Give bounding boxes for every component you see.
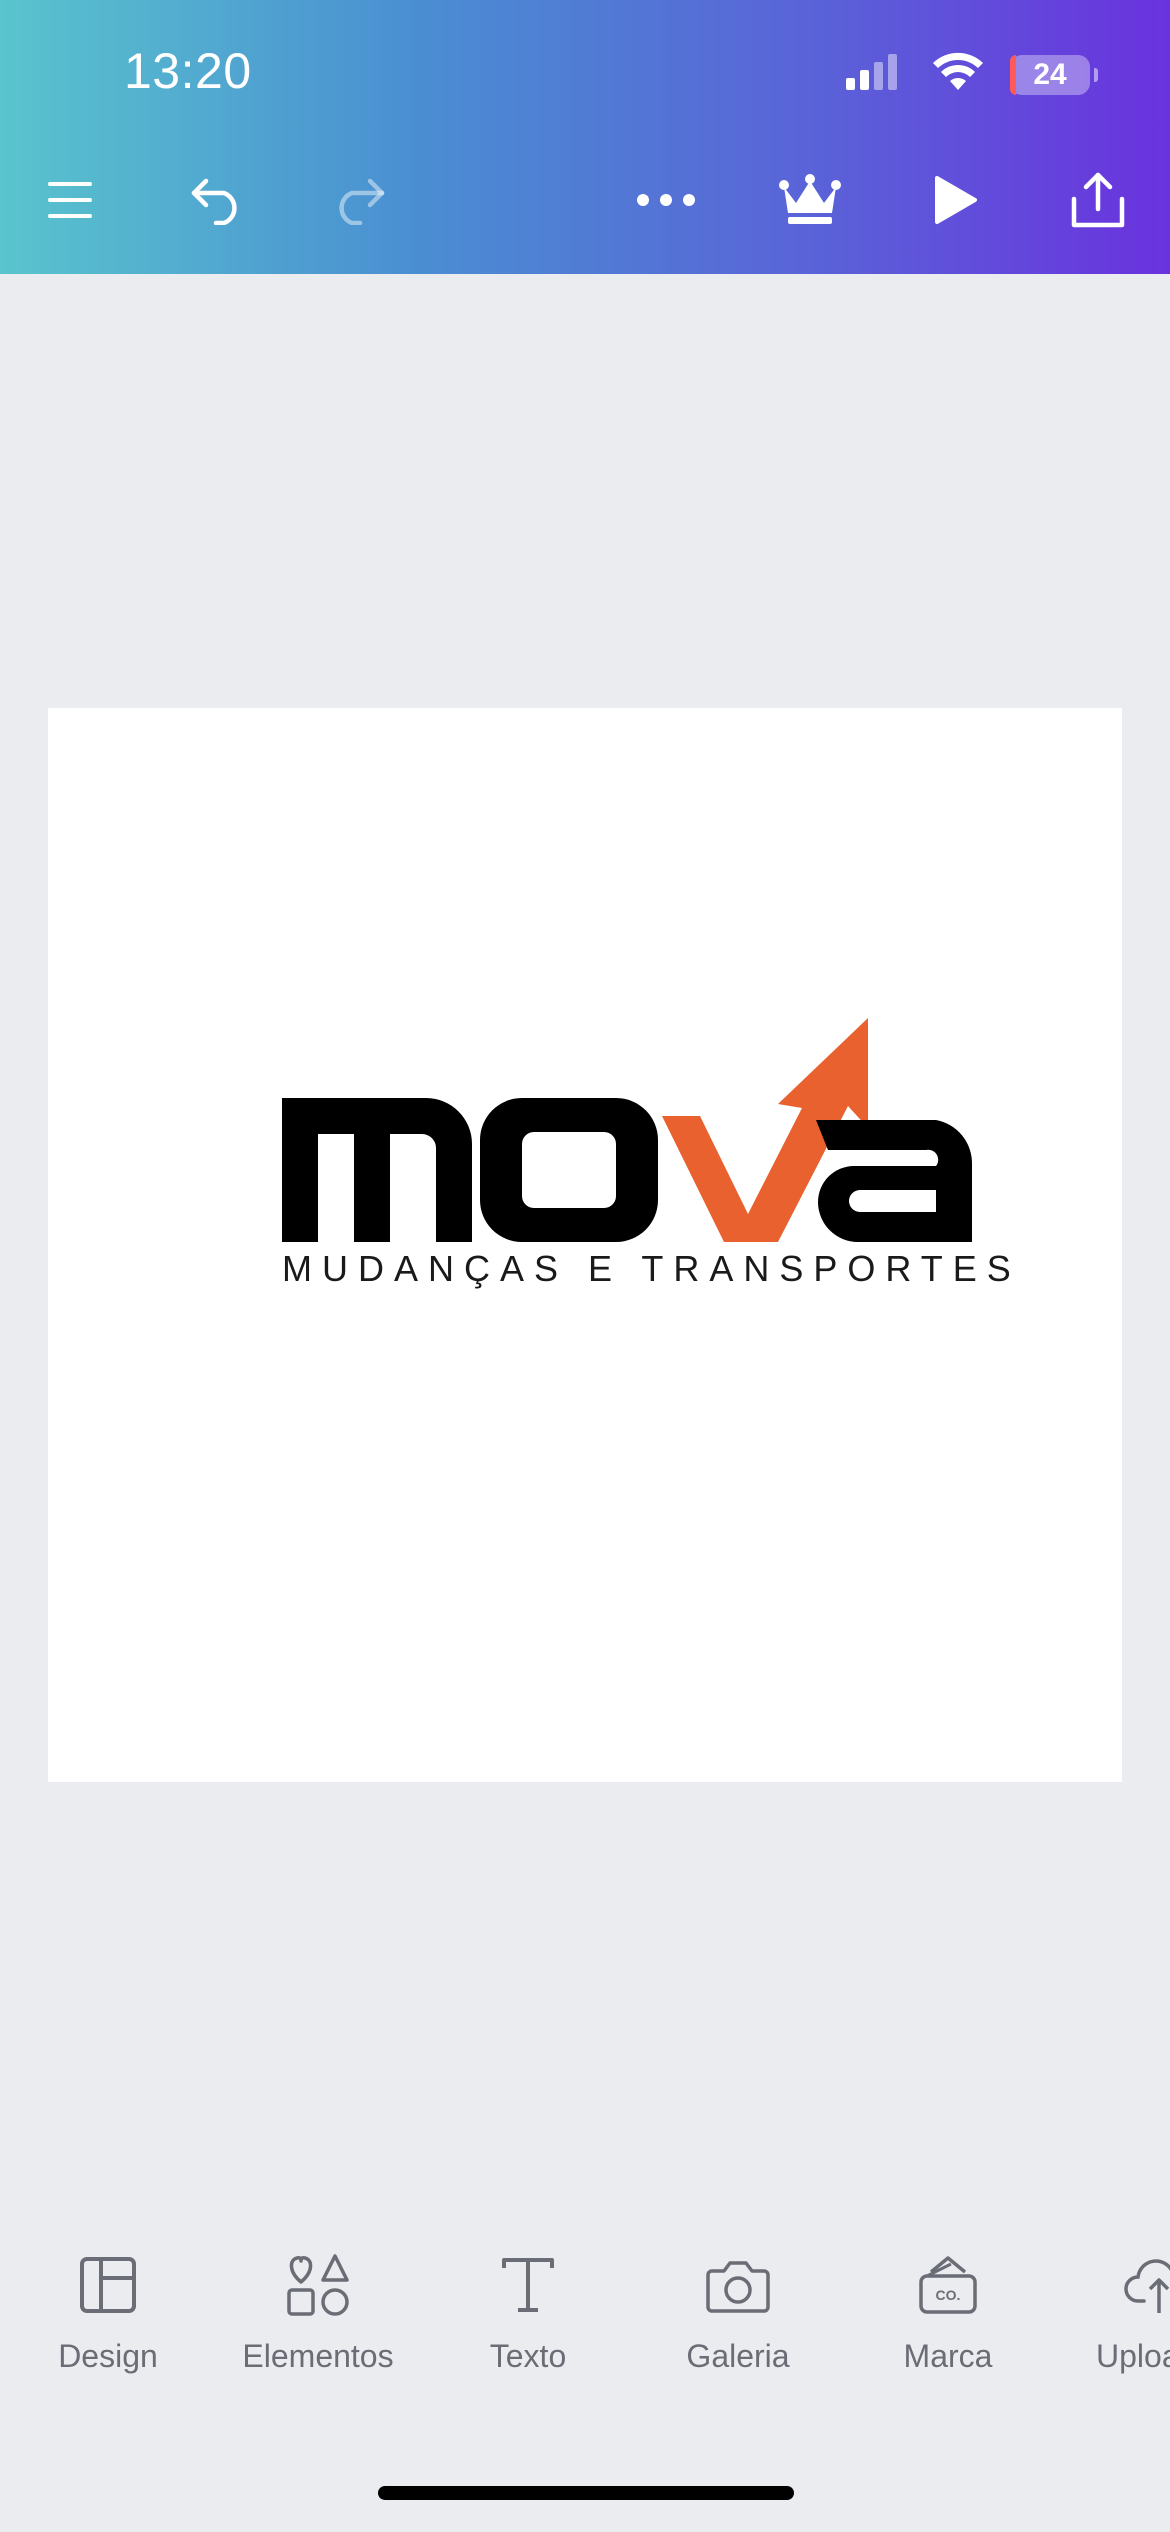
camera-icon — [703, 2250, 773, 2320]
design-canvas-page[interactable]: MUDANÇAS E TRANSPORTES — [48, 708, 1122, 1782]
undo-icon — [191, 178, 237, 225]
battery-level: 24 — [1033, 57, 1067, 91]
home-indicator[interactable] — [378, 2486, 794, 2500]
nav-label-texto: Texto — [489, 2338, 567, 2374]
nav-label-elementos: Elementos — [242, 2338, 394, 2374]
cellular-signal-icon — [846, 52, 906, 97]
shapes-icon — [283, 2250, 353, 2320]
more-options-button[interactable] — [626, 160, 706, 240]
present-button[interactable] — [916, 160, 996, 240]
brand-icon: CO. — [913, 2250, 983, 2320]
wifi-icon — [932, 52, 984, 97]
menu-icon — [48, 182, 92, 218]
text-icon — [493, 2250, 563, 2320]
battery-icon: 24 — [1010, 54, 1098, 95]
nav-label-design: Design — [58, 2338, 158, 2374]
nav-uploads[interactable]: Uploads — [1042, 2250, 1170, 2375]
nav-label-marca: Marca — [903, 2338, 993, 2374]
nav-label-galeria: Galeria — [686, 2338, 790, 2374]
editor-header: 13:20 24 — [0, 0, 1170, 274]
nav-texto[interactable]: Texto — [438, 2250, 618, 2375]
undo-button[interactable] — [178, 160, 258, 240]
logo-tagline: MUDANÇAS E TRANSPORTES — [282, 1248, 1021, 1289]
layout-icon — [73, 2250, 143, 2320]
nav-marca[interactable]: CO. Marca — [858, 2250, 1038, 2375]
nav-label-uploads: Uploads — [1096, 2338, 1170, 2374]
premium-button[interactable] — [770, 160, 850, 240]
bottom-toolbar: Design Elementos Texto Galeria CO. Marca… — [0, 2250, 1170, 2410]
share-icon — [1071, 172, 1125, 228]
play-icon — [935, 176, 977, 224]
more-icon — [637, 194, 695, 206]
share-button[interactable] — [1058, 160, 1138, 240]
cloud-upload-icon — [1124, 2250, 1170, 2320]
svg-text:CO.: CO. — [936, 2287, 961, 2303]
nav-elementos[interactable]: Elementos — [228, 2250, 408, 2375]
status-time: 13:20 — [124, 43, 252, 99]
mova-wordmark — [282, 1018, 973, 1242]
nav-galeria[interactable]: Galeria — [648, 2250, 828, 2375]
mova-logo[interactable]: MUDANÇAS E TRANSPORTES — [48, 708, 1122, 1782]
crown-icon — [779, 174, 841, 224]
nav-design[interactable]: Design — [18, 2250, 198, 2375]
status-icons: 24 — [846, 52, 1098, 97]
menu-button[interactable] — [30, 160, 110, 240]
redo-button[interactable] — [318, 160, 398, 240]
redo-icon — [339, 178, 385, 225]
